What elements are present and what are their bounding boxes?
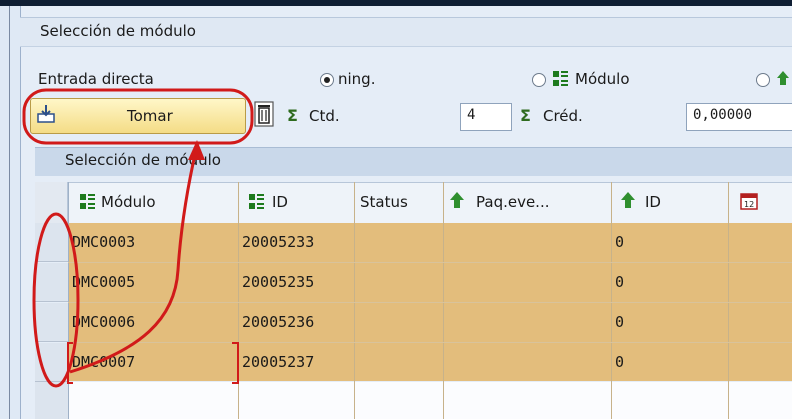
annotation-arrow [69, 149, 198, 374]
annotation-ellipse-rows [32, 212, 80, 388]
annotation-ellipse-tomar [22, 88, 254, 145]
annotation-bracket-right [232, 342, 239, 384]
annotation-overlay [22, 88, 254, 388]
